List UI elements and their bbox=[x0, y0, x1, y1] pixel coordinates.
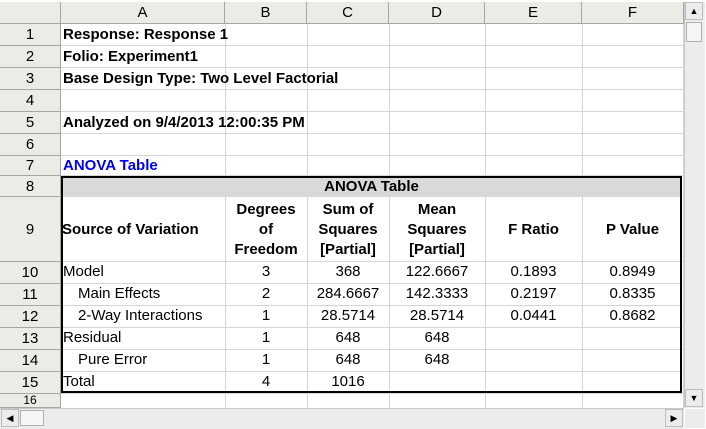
df-cell[interactable]: 1 bbox=[225, 329, 307, 346]
row-header-13[interactable]: 13 bbox=[0, 328, 61, 350]
anova-title[interactable]: ANOVA Table bbox=[62, 178, 681, 195]
df-cell[interactable]: 3 bbox=[225, 263, 307, 280]
source-residual[interactable]: Residual bbox=[63, 329, 121, 346]
row-header-15[interactable]: 15 bbox=[0, 372, 61, 394]
header-ss-line3: [Partial] bbox=[320, 241, 376, 258]
df-cell[interactable]: 2 bbox=[225, 285, 307, 302]
row-header-6[interactable]: 6 bbox=[0, 134, 61, 156]
row-header-11[interactable]: 11 bbox=[0, 284, 61, 306]
row-header-10[interactable]: 10 bbox=[0, 262, 61, 284]
analyzed-timestamp[interactable]: Analyzed on 9/4/2013 12:00:35 PM bbox=[63, 114, 305, 131]
gridline bbox=[61, 155, 683, 156]
f-ratio-cell[interactable]: 0.1893 bbox=[485, 263, 582, 280]
row-header-5[interactable]: 5 bbox=[0, 112, 61, 134]
df-cell[interactable]: 1 bbox=[225, 307, 307, 324]
header-ms-line3: [Partial] bbox=[409, 241, 465, 258]
scroll-left-icon[interactable]: ◀ bbox=[1, 409, 19, 427]
scrollbar-corner bbox=[685, 409, 705, 428]
gridline bbox=[61, 45, 683, 46]
ms-cell[interactable]: 122.6667 bbox=[389, 263, 485, 280]
f-ratio-cell[interactable]: 0.0441 bbox=[485, 307, 582, 324]
gridline bbox=[61, 67, 683, 68]
scroll-down-icon[interactable]: ▼ bbox=[685, 389, 703, 407]
header-ss-line2: Squares bbox=[318, 221, 378, 238]
anova-table-link[interactable]: ANOVA Table bbox=[63, 157, 158, 174]
ss-cell[interactable]: 284.6667 bbox=[307, 285, 389, 302]
design-type-label[interactable]: Base Design Type: Two Level Factorial bbox=[63, 70, 338, 87]
header-ss-line1: Sum of bbox=[322, 201, 374, 218]
column-header-c[interactable]: C bbox=[307, 2, 389, 24]
response-label[interactable]: Response: Response 1 bbox=[63, 26, 228, 43]
row-header-12[interactable]: 12 bbox=[0, 306, 61, 328]
source-total[interactable]: Total bbox=[63, 373, 95, 390]
header-f-ratio[interactable]: F Ratio bbox=[485, 221, 582, 238]
ms-cell[interactable]: 28.5714 bbox=[389, 307, 485, 324]
gridline bbox=[61, 349, 683, 350]
ss-cell[interactable]: 28.5714 bbox=[307, 307, 389, 324]
f-ratio-cell[interactable]: 0.2197 bbox=[485, 285, 582, 302]
source-main-effects[interactable]: Main Effects bbox=[78, 285, 160, 302]
row-header-1[interactable]: 1 bbox=[0, 24, 61, 46]
header-sum-of-squares[interactable]: Sum of Squares [Partial] bbox=[307, 200, 389, 260]
vertical-scroll-thumb[interactable] bbox=[686, 22, 702, 42]
row-header-4[interactable]: 4 bbox=[0, 90, 61, 112]
source-model[interactable]: Model bbox=[63, 263, 104, 280]
gridline bbox=[61, 89, 683, 90]
scroll-up-icon[interactable]: ▲ bbox=[685, 2, 703, 20]
gridline bbox=[61, 133, 683, 134]
df-cell[interactable]: 4 bbox=[225, 373, 307, 390]
ms-cell[interactable]: 142.3333 bbox=[389, 285, 485, 302]
row-header-3[interactable]: 3 bbox=[0, 68, 61, 90]
column-header-d[interactable]: D bbox=[389, 2, 485, 24]
ms-cell[interactable]: 648 bbox=[389, 351, 485, 368]
p-value-cell[interactable]: 0.8335 bbox=[582, 285, 683, 302]
select-all-corner[interactable] bbox=[0, 2, 61, 24]
row-header-9[interactable]: 9 bbox=[0, 197, 61, 262]
row-header-8[interactable]: 8 bbox=[0, 176, 61, 197]
gridline bbox=[61, 111, 683, 112]
p-value-cell[interactable]: 0.8682 bbox=[582, 307, 683, 324]
header-p-value[interactable]: P Value bbox=[582, 221, 683, 238]
source-2-way-interactions[interactable]: 2-Way Interactions bbox=[78, 307, 203, 324]
header-ms-line1: Mean bbox=[417, 201, 457, 218]
gridline bbox=[582, 24, 583, 410]
gridline bbox=[61, 305, 683, 306]
horizontal-scrollbar[interactable] bbox=[0, 408, 684, 429]
row-header-7[interactable]: 7 bbox=[0, 156, 61, 176]
horizontal-scroll-thumb[interactable] bbox=[20, 410, 44, 426]
scroll-right-icon[interactable]: ▶ bbox=[665, 409, 683, 427]
df-cell[interactable]: 1 bbox=[225, 351, 307, 368]
header-source[interactable]: Source of Variation bbox=[62, 221, 225, 238]
ss-cell[interactable]: 648 bbox=[307, 329, 389, 346]
gridline bbox=[61, 327, 683, 328]
gridline bbox=[61, 283, 683, 284]
spreadsheet-window: A B C D E F 1 2 3 4 5 6 7 8 9 10 11 12 1… bbox=[0, 0, 706, 429]
column-header-f[interactable]: F bbox=[582, 2, 684, 24]
header-mean-squares[interactable]: Mean Squares [Partial] bbox=[389, 200, 485, 260]
column-header-b[interactable]: B bbox=[225, 2, 307, 24]
ms-cell[interactable]: 648 bbox=[389, 329, 485, 346]
header-ms-line2: Squares bbox=[407, 221, 467, 238]
gridline bbox=[61, 371, 683, 372]
header-degrees-of-freedom[interactable]: Degrees of Freedom bbox=[225, 200, 307, 260]
column-header-a[interactable]: A bbox=[61, 2, 225, 24]
gridline bbox=[61, 261, 683, 262]
source-pure-error[interactable]: Pure Error bbox=[78, 351, 147, 368]
ss-cell[interactable]: 368 bbox=[307, 263, 389, 280]
row-header-14[interactable]: 14 bbox=[0, 350, 61, 372]
row-header-2[interactable]: 2 bbox=[0, 46, 61, 68]
ss-cell[interactable]: 648 bbox=[307, 351, 389, 368]
p-value-cell[interactable]: 0.8949 bbox=[582, 263, 683, 280]
gridline bbox=[485, 24, 486, 410]
folio-label[interactable]: Folio: Experiment1 bbox=[63, 48, 198, 65]
ss-cell[interactable]: 1016 bbox=[307, 373, 389, 390]
header-df-line2: of bbox=[258, 221, 274, 238]
header-df-line1: Degrees bbox=[236, 201, 296, 218]
column-header-e[interactable]: E bbox=[485, 2, 582, 24]
row-header-16[interactable]: 16 bbox=[0, 394, 61, 408]
gridline bbox=[61, 175, 683, 176]
header-df-line3: Freedom bbox=[234, 241, 298, 258]
gridline bbox=[61, 393, 683, 394]
vertical-scrollbar[interactable] bbox=[684, 2, 705, 408]
